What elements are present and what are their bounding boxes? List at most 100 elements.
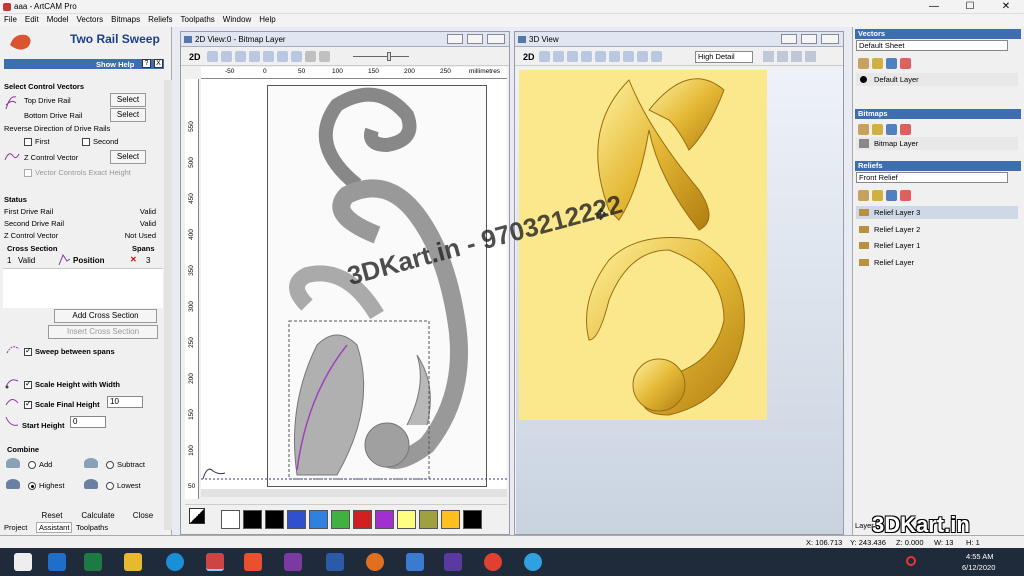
sweep-between-spans-checkbox[interactable] [24,346,32,357]
zoom-previous-icon[interactable] [277,51,288,62]
top-view-icon[interactable] [651,51,662,62]
palette-swatch-6[interactable] [331,510,350,529]
palette-swatch-1[interactable] [221,510,240,529]
open-bitmap-icon[interactable] [872,124,883,135]
menu-help[interactable]: Help [255,14,279,25]
zoom-fit-icon[interactable] [207,51,218,62]
telegram-icon[interactable] [524,553,542,571]
insert-cross-section-button[interactable]: Insert Cross Section [48,325,158,339]
start-icon[interactable] [14,553,32,571]
chrome-icon[interactable] [484,553,502,571]
delete-relief-icon[interactable] [900,190,911,201]
cross-section-row[interactable]: 1 Valid Position ✕ 3 [3,253,163,267]
menu-bitmaps[interactable]: Bitmaps [107,14,144,25]
zoom-box-icon[interactable] [595,51,606,62]
delete-cs-icon[interactable]: ✕ [130,255,137,264]
internet-explorer-icon[interactable] [166,553,184,571]
menu-reliefs[interactable]: Reliefs [144,14,176,25]
view-3d-canvas[interactable]: ✥ [516,67,843,534]
front-view-icon[interactable] [623,51,634,62]
record-icon[interactable] [906,556,916,566]
view-3d-minimize[interactable] [781,34,797,44]
help-button[interactable]: ? [142,59,151,68]
toggle-icon[interactable] [319,51,330,62]
rotate-icon[interactable] [539,51,550,62]
delete-layer-icon[interactable] [900,58,911,69]
pan-icon[interactable] [553,51,564,62]
view-3d-close[interactable] [821,34,839,44]
view-2d-hscroll[interactable] [201,489,507,497]
palette-swatch-8[interactable] [375,510,394,529]
view-2d-label[interactable]: 2D [189,52,201,62]
artcam-icon[interactable] [206,553,224,571]
save-relief-icon[interactable] [886,190,897,201]
settings-icon[interactable] [805,51,816,62]
firefox-icon[interactable] [366,553,384,571]
scale-final-height-input[interactable]: 10 [107,396,143,408]
close-help-button[interactable]: X [154,59,163,68]
view-3d-maximize[interactable] [801,34,817,44]
render-icon[interactable] [777,51,788,62]
relief-layer-2-row[interactable]: Relief Layer 2 [856,223,1018,236]
left-panel-scrollbar[interactable] [164,80,172,530]
tab-project[interactable]: Project [4,523,27,532]
palette-swatch-4[interactable] [287,510,306,529]
excel-icon[interactable] [84,553,102,571]
minimize-button[interactable]: — [916,0,952,14]
combine-subtract-radio[interactable] [106,461,114,470]
file-explorer-icon[interactable] [124,553,142,571]
grid-icon[interactable] [305,51,316,62]
zoom-out-icon[interactable] [235,51,246,62]
palette-swatch-5[interactable] [309,510,328,529]
current-colors-swatch[interactable] [189,508,205,524]
reverse-second-checkbox[interactable] [82,138,90,147]
palette-swatch-10[interactable] [419,510,438,529]
new-layer-icon[interactable] [858,58,869,69]
new-relief-icon[interactable] [858,190,869,201]
contrast-slider-thumb[interactable] [387,52,391,61]
tab-toolpaths[interactable]: Toolpaths [76,523,108,532]
palette-swatch-2[interactable] [243,510,262,529]
reverse-first-checkbox[interactable] [24,138,32,147]
menu-file[interactable]: File [0,14,21,25]
menu-window[interactable]: Window [219,14,255,25]
app-icon-2[interactable] [444,553,462,571]
vector-sheet-select[interactable]: Default Sheet [856,40,1008,51]
select-z-vector-button[interactable]: Select [110,150,146,164]
detail-select[interactable]: High Detail [695,51,753,63]
relief-layer-row[interactable]: Relief Layer [856,256,1018,269]
scale-height-width-checkbox[interactable] [24,379,32,390]
snap-icon[interactable] [291,51,302,62]
start-height-input[interactable]: 0 [70,416,106,428]
menu-edit[interactable]: Edit [21,14,43,25]
menu-toolpaths[interactable]: Toolpaths [177,14,219,25]
material-icon[interactable] [791,51,802,62]
menu-model[interactable]: Model [43,14,73,25]
palette-swatch-7[interactable] [353,510,372,529]
outlook-icon[interactable] [48,553,66,571]
zoom-in-icon[interactable] [221,51,232,62]
close-panel-button[interactable]: Close [125,510,161,522]
combine-highest-radio[interactable] [28,482,36,491]
tab-assistant[interactable]: Assistant [36,522,73,533]
add-cross-section-button[interactable]: Add Cross Section [54,309,157,323]
relief-layer-3-row[interactable]: Relief Layer 3 [856,206,1018,219]
view-2d-minimize[interactable] [447,34,463,44]
palette-swatch-9[interactable] [397,510,416,529]
app-icon-1[interactable] [406,553,424,571]
bitmap-layer-row[interactable]: Bitmap Layer [856,137,1018,150]
maximize-button[interactable]: ☐ [952,0,988,14]
default-layer-row[interactable]: Default Layer [856,73,1018,86]
open-layer-icon[interactable] [872,58,883,69]
view-2d-close[interactable] [487,34,505,44]
save-layer-icon[interactable] [886,58,897,69]
contrast-slider[interactable] [353,56,409,57]
zoom-box-icon[interactable] [249,51,260,62]
view-3d-2d-label[interactable]: 2D [523,52,535,62]
onenote-icon[interactable] [284,553,302,571]
combine-add-radio[interactable] [28,461,36,470]
relief-select[interactable]: Front Relief [856,172,1008,183]
zoom-in-icon[interactable] [567,51,578,62]
select-bottom-rail-button[interactable]: Select [110,108,146,122]
media-player-icon[interactable] [244,553,262,571]
